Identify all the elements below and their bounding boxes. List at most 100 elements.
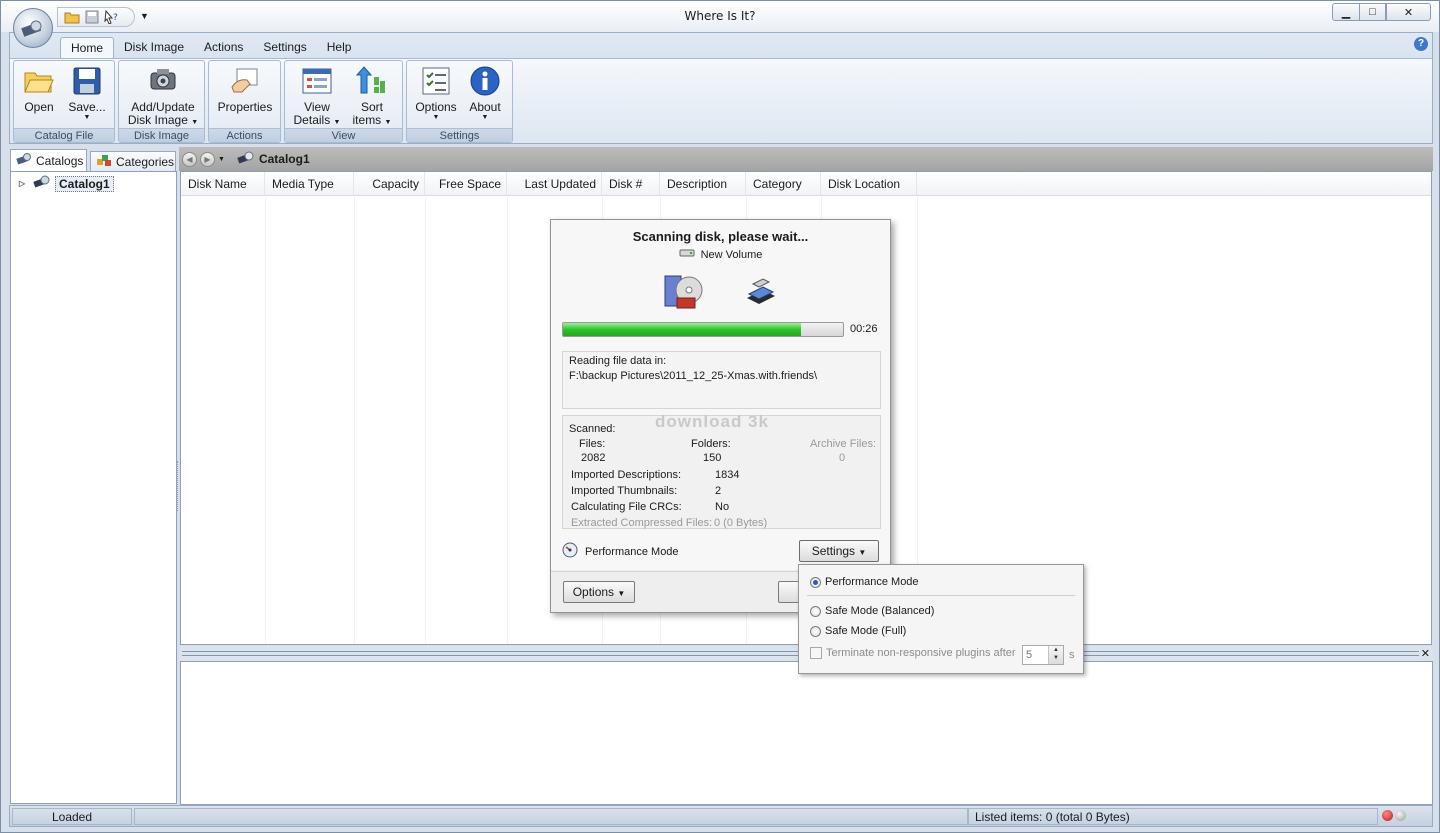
imported-thumbnails-label: Imported Thumbnails: [571, 485, 678, 497]
forward-icon[interactable]: ▶ [200, 151, 215, 167]
about-button[interactable]: About ▼ [463, 65, 507, 122]
column-disk-location[interactable]: Disk Location [821, 172, 917, 196]
crc-label: Calculating File CRCs: [571, 501, 682, 513]
save-button[interactable]: Save... ▼ [64, 65, 110, 122]
open-folder-icon[interactable] [64, 9, 80, 25]
options-button[interactable]: Options ▼ [413, 65, 459, 122]
column-disk-name[interactable]: Disk Name [181, 172, 265, 196]
terminate-seconds-stepper[interactable]: 5 ▲ ▼ [1022, 645, 1064, 665]
expand-icon[interactable]: ▷ [19, 179, 29, 188]
column-category[interactable]: Category [746, 172, 821, 196]
group-label-actions: Actions [209, 128, 280, 142]
customize-qat-icon[interactable]: ▼ [140, 11, 149, 21]
menu-item-safe-mode-balanced[interactable]: Safe Mode (Balanced) [810, 605, 934, 617]
column-disk-number[interactable]: Disk # [602, 172, 660, 196]
menu-item-performance-mode[interactable]: Performance Mode [810, 576, 919, 588]
tab-help[interactable]: Help [317, 37, 362, 59]
about-dropdown-icon[interactable]: ▼ [463, 114, 507, 122]
drive-icon [679, 248, 695, 261]
save-dropdown-icon[interactable]: ▼ [64, 114, 110, 122]
quick-access-toolbar: ? [57, 7, 135, 27]
tab-disk-image[interactable]: Disk Image [114, 37, 194, 59]
close-button[interactable]: ✕ [1386, 3, 1431, 21]
terminate-plugins-checkbox[interactable]: Terminate non-responsive plugins after [810, 647, 1016, 659]
column-media-type[interactable]: Media Type [265, 172, 354, 196]
menu-separator [807, 595, 1075, 596]
address-location[interactable]: Catalog1 [259, 152, 310, 166]
tab-actions[interactable]: Actions [194, 37, 253, 59]
scan-dialog-title: Scanning disk, please wait... [632, 229, 809, 244]
radio-selected-icon [810, 576, 821, 588]
folders-label: Folders: [691, 438, 731, 450]
details-list-icon [301, 65, 333, 97]
options-chevron-down-icon: ▼ [617, 589, 626, 598]
open-button[interactable]: Open [20, 65, 58, 114]
help-pointer-icon[interactable]: ? [104, 9, 120, 25]
group-label-catalog-file: Catalog File [14, 128, 114, 142]
history-dropdown-icon[interactable]: ▼ [218, 156, 225, 163]
add-update-label-2: Disk Image [127, 113, 188, 127]
tab-categories-label: Categories [116, 154, 175, 169]
view-details-button[interactable]: View Details ▼ [293, 65, 341, 129]
categories-icon [96, 153, 112, 170]
settings-dropdown-button[interactable]: Settings ▼ [799, 540, 879, 562]
sort-items-dropdown-icon[interactable]: ▼ [385, 119, 392, 126]
window-title: Where Is It? [684, 9, 756, 23]
column-divider [265, 196, 266, 644]
sort-items-label-2: items [352, 113, 382, 127]
archive-files-value: 0 [839, 452, 846, 464]
close-pane-icon[interactable]: ✕ [1421, 647, 1430, 660]
maximize-button[interactable]: □ [1359, 3, 1386, 21]
tab-categories[interactable]: Categories [90, 151, 176, 171]
tab-catalogs[interactable]: Catalogs [10, 149, 87, 171]
menu-item-label: Safe Mode (Full) [825, 625, 907, 637]
scan-stats-box: download 3k Scanned: Files: 2082 Folders… [562, 412, 881, 529]
group-label-settings: Settings [407, 128, 512, 142]
column-description[interactable]: Description [660, 172, 746, 196]
group-disk-image: Add/Update Disk Image ▼ Disk Image [118, 60, 205, 143]
extracted-value: 0 (0 Bytes) [714, 517, 768, 529]
gray-light-icon [1395, 810, 1406, 821]
performance-mode-label: Performance Mode [585, 545, 679, 558]
scan-dialog: Scanning disk, please wait... New Volume… [550, 219, 891, 613]
catalog-icon [237, 151, 255, 168]
tab-home[interactable]: Home [60, 37, 115, 59]
column-last-updated[interactable]: Last Updated [507, 172, 602, 196]
stepper-arrows-icon[interactable]: ▲ ▼ [1048, 646, 1063, 664]
red-light-icon [1382, 810, 1393, 821]
column-free-space[interactable]: Free Space [425, 172, 507, 196]
save-disk-icon[interactable] [84, 9, 100, 25]
gauge-icon [562, 542, 578, 561]
add-update-disk-image-button[interactable]: Add/Update Disk Image ▼ [124, 65, 202, 129]
terminate-seconds-value: 5 [1026, 649, 1033, 661]
minimize-button[interactable]: ▁ [1332, 3, 1360, 21]
tree-item-catalog1[interactable]: ▷ Catalog1 [19, 175, 114, 192]
options-dropdown-icon[interactable]: ▼ [413, 114, 459, 122]
app-menu-button[interactable] [13, 8, 53, 48]
status-middle [134, 808, 968, 825]
about-label: About [469, 100, 501, 114]
column-capacity[interactable]: Capacity [354, 172, 425, 196]
dialog-options-button[interactable]: Options ▼ [563, 581, 635, 603]
group-view: View Details ▼ Sort items ▼ View [284, 60, 403, 143]
scan-dialog-body: Scanning disk, please wait... New Volume… [551, 220, 890, 570]
status-bar: Loaded Listed items: 0 (total 0 Bytes) [9, 805, 1433, 827]
menu-item-safe-mode-full[interactable]: Safe Mode (Full) [810, 625, 906, 637]
catalog-tree: ▷ Catalog1 [10, 171, 177, 804]
details-pane [180, 661, 1433, 805]
svg-text:?: ? [113, 13, 118, 23]
checkbox-icon [810, 647, 822, 659]
group-actions: Properties Actions [208, 60, 281, 143]
options-label: Options [415, 100, 457, 114]
menu-item-label: Safe Mode (Balanced) [825, 605, 935, 617]
properties-hand-icon [229, 65, 261, 97]
back-icon[interactable]: ◀ [182, 151, 197, 167]
ribbon-help-icon[interactable]: ? [1414, 37, 1428, 51]
add-update-dropdown-icon[interactable]: ▼ [191, 119, 198, 126]
tab-settings[interactable]: Settings [253, 37, 316, 59]
properties-button[interactable]: Properties [215, 65, 275, 114]
sort-items-button[interactable]: Sort items ▼ [349, 65, 395, 129]
files-value: 2082 [581, 452, 606, 464]
view-details-dropdown-icon[interactable]: ▼ [334, 119, 341, 126]
column-divider [507, 196, 508, 644]
